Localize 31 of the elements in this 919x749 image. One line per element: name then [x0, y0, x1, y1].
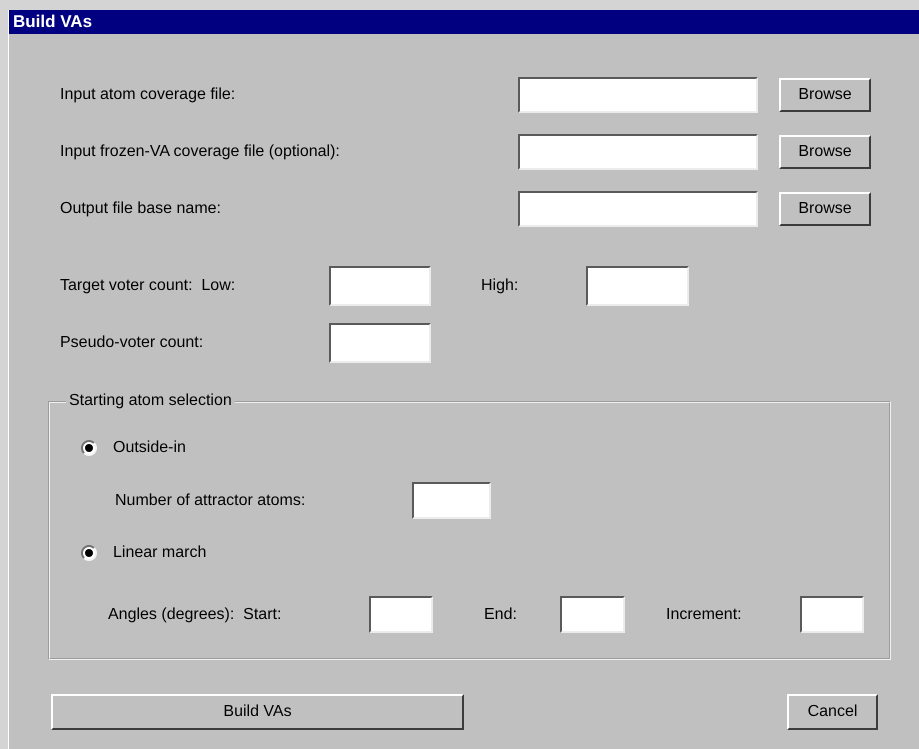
input-field[interactable] — [560, 596, 625, 633]
field-label: Angles (degrees): Start: — [108, 606, 282, 624]
browse-button[interactable]: Browse — [779, 192, 871, 226]
input-field[interactable] — [518, 134, 758, 170]
input-field[interactable] — [518, 191, 758, 227]
input-field[interactable] — [586, 266, 689, 306]
group-title: Starting atom selection — [66, 392, 235, 410]
cancel-button[interactable]: Cancel — [787, 694, 878, 730]
field-label: High: — [481, 277, 520, 295]
window-title: Build VAs — [9, 10, 919, 34]
input-field[interactable] — [369, 596, 433, 633]
field-label: Pseudo-voter count: — [60, 334, 204, 352]
input-field[interactable] — [412, 482, 491, 519]
field-label: Number of attractor atoms: — [115, 492, 306, 510]
input-field[interactable] — [800, 596, 864, 633]
field-label: Target voter count: Low: — [60, 277, 236, 295]
field-label: Output file base name: — [60, 200, 222, 218]
browse-button[interactable]: Browse — [779, 135, 871, 169]
field-label: Input atom coverage file: — [60, 86, 236, 104]
option-label[interactable]: Linear march — [113, 544, 206, 562]
browse-button[interactable]: Browse — [779, 78, 871, 112]
input-field[interactable] — [329, 266, 431, 306]
option-label[interactable]: Outside-in — [113, 439, 186, 457]
radio-button[interactable] — [81, 440, 97, 456]
field-label: Increment: — [666, 606, 743, 624]
input-field[interactable] — [329, 323, 431, 363]
build-button[interactable]: Build VAs — [51, 694, 464, 730]
radio-button[interactable] — [81, 545, 97, 561]
input-field[interactable] — [518, 77, 758, 113]
field-label: Input frozen-VA coverage file (optional): — [60, 143, 341, 161]
field-label: End: — [484, 606, 518, 624]
